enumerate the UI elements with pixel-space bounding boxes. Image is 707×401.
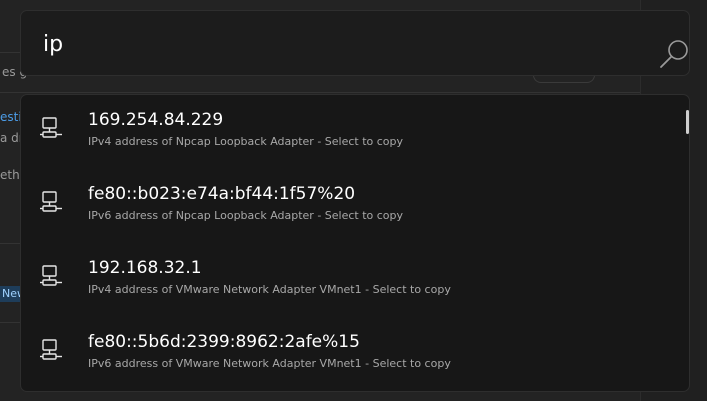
- results-list: 169.254.84.229 IPv4 address of Npcap Loo…: [20, 94, 690, 392]
- result-subtitle: IPv4 address of VMware Network Adapter V…: [88, 283, 451, 296]
- search-box: [20, 10, 690, 76]
- scrollbar[interactable]: [686, 110, 689, 134]
- result-item[interactable]: 169.254.84.229 IPv4 address of Npcap Loo…: [21, 95, 681, 169]
- result-subtitle: IPv4 address of Npcap Loopback Adapter -…: [88, 135, 404, 148]
- background-divider: [0, 92, 640, 93]
- result-item[interactable]: fe80::b023:e74a:bf44:1f57%20 IPv6 addres…: [21, 169, 681, 243]
- network-computer-icon: [40, 117, 62, 138]
- network-computer-icon: [40, 191, 62, 212]
- result-subtitle: IPv6 address of Npcap Loopback Adapter -…: [88, 209, 404, 222]
- network-computer-icon: [40, 339, 62, 360]
- search-input[interactable]: [41, 23, 635, 65]
- result-title: 192.168.32.1: [88, 258, 202, 278]
- result-item[interactable]: fe80::5b6d:2399:8962:2afe%15 IPv6 addres…: [21, 317, 681, 391]
- background-link: esti: [0, 110, 22, 124]
- background-divider: [0, 52, 20, 53]
- network-computer-icon: [40, 265, 62, 286]
- result-item[interactable]: 192.168.32.1 IPv4 address of VMware Netw…: [21, 243, 681, 317]
- result-title: fe80::b023:e74a:bf44:1f57%20: [88, 184, 356, 204]
- background-divider: [0, 322, 20, 323]
- background-divider: [0, 243, 20, 244]
- result-title: fe80::5b6d:2399:8962:2afe%15: [88, 332, 360, 352]
- result-title: 169.254.84.229: [88, 110, 224, 130]
- search-icon[interactable]: [659, 39, 691, 71]
- result-subtitle: IPv6 address of VMware Network Adapter V…: [88, 357, 451, 370]
